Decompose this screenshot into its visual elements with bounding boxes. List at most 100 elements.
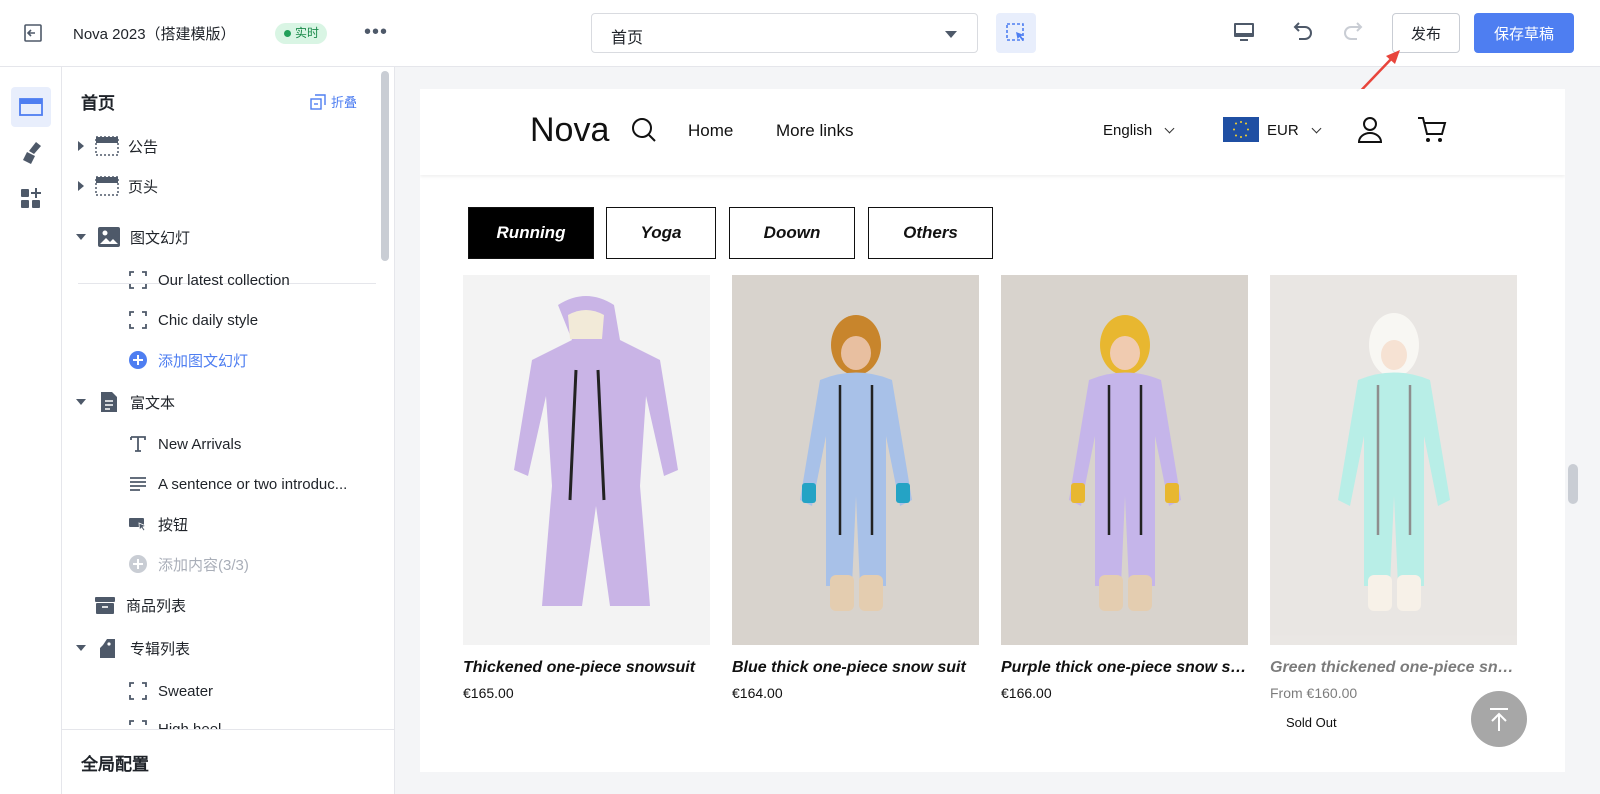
- exit-editor-icon[interactable]: [22, 22, 44, 44]
- rail-apps-button[interactable]: [11, 179, 51, 219]
- search-icon[interactable]: [630, 116, 658, 144]
- tree-item-label: 添加图文幻灯: [158, 352, 249, 370]
- tab-yoga[interactable]: Yoga: [606, 207, 716, 259]
- frame-icon: [129, 682, 147, 700]
- frame-icon: [129, 271, 147, 289]
- document-icon: [101, 392, 117, 412]
- cursor-select-icon: [1006, 23, 1024, 41]
- sold-out-label: Sold Out: [1286, 715, 1337, 730]
- tree-item-slide[interactable]: Chic daily style: [128, 306, 258, 334]
- tree-item-collection[interactable]: Sweater: [128, 677, 213, 705]
- product-name[interactable]: Blue thick one-piece snow suit: [732, 659, 979, 677]
- nav-link-home[interactable]: Home: [688, 121, 733, 141]
- text-icon: [130, 436, 146, 452]
- child-purple-snowsuit-image: [1069, 315, 1181, 611]
- add-content-button[interactable]: 添加内容(3/3): [128, 550, 249, 578]
- tab-others[interactable]: Others: [868, 207, 993, 259]
- currency-value: EUR: [1267, 122, 1299, 139]
- product-card[interactable]: Purple thick one-piece snow suit €166.00: [1001, 275, 1248, 701]
- more-options-icon[interactable]: •••: [364, 22, 388, 42]
- product-card[interactable]: Green thickened one-piece sno... From €1…: [1270, 275, 1517, 730]
- tree-item-slideshow[interactable]: 图文幻灯: [76, 223, 190, 251]
- chevron-down-icon: [1164, 123, 1175, 134]
- product-image[interactable]: [1270, 275, 1517, 645]
- redo-icon[interactable]: [1341, 18, 1369, 46]
- expand-right-icon[interactable]: [78, 181, 84, 191]
- tab-doown[interactable]: Doown: [729, 207, 855, 259]
- image-icon: [98, 227, 120, 247]
- apps-add-icon: [21, 188, 41, 208]
- plus-circle-icon: [129, 351, 147, 369]
- product-name[interactable]: Purple thick one-piece snow suit: [1001, 659, 1248, 677]
- tree-item-rich-text[interactable]: 富文本: [76, 388, 175, 416]
- tree-item-label: 图文幻灯: [130, 229, 191, 247]
- section-icon: [95, 136, 119, 156]
- add-slide-button[interactable]: 添加图文幻灯: [128, 346, 248, 374]
- tree-item-label: 页头: [128, 178, 159, 196]
- sidebar-title: 首页: [81, 94, 115, 113]
- element-picker-button[interactable]: [996, 13, 1036, 53]
- product-price: €166.00: [1001, 685, 1052, 701]
- tree-item-label: New Arrivals: [158, 435, 242, 453]
- expand-down-icon[interactable]: [76, 234, 86, 240]
- page-select[interactable]: 首页: [591, 13, 978, 53]
- snowsuit-image: [514, 296, 678, 606]
- tree-item-announcement[interactable]: 公告: [78, 132, 158, 160]
- collapse-icon: [310, 93, 326, 110]
- store-preview-canvas[interactable]: Nova Home More links English EUR Running…: [420, 89, 1565, 772]
- tree-item-button[interactable]: 按钮: [128, 510, 188, 538]
- eu-flag-icon: [1223, 117, 1259, 142]
- product-name[interactable]: Green thickened one-piece sno...: [1270, 659, 1517, 677]
- expand-right-icon[interactable]: [78, 141, 84, 151]
- arrow-up-icon: [1490, 708, 1508, 731]
- tree-item-slide[interactable]: Our latest collection: [128, 266, 290, 294]
- frame-icon: [129, 311, 147, 329]
- product-image[interactable]: [732, 275, 979, 645]
- page-select-value: 首页: [611, 30, 644, 47]
- product-name[interactable]: Thickened one-piece snowsuit: [463, 659, 710, 677]
- tree-item-label: 按钮: [158, 516, 189, 534]
- back-to-top-button[interactable]: [1471, 691, 1527, 747]
- expand-down-icon[interactable]: [76, 645, 86, 651]
- store-header: Nova Home More links English EUR: [420, 89, 1565, 175]
- canvas-scrollbar[interactable]: [1568, 464, 1578, 504]
- tree-item-header[interactable]: 页头: [78, 172, 158, 200]
- paragraph-icon: [130, 477, 146, 491]
- child-blue-snowsuit-image: [800, 315, 912, 611]
- product-image[interactable]: [463, 275, 710, 645]
- product-price: €165.00: [463, 685, 514, 701]
- account-icon[interactable]: [1355, 114, 1385, 144]
- desktop-preview-icon[interactable]: [1230, 18, 1258, 46]
- nav-link-more[interactable]: More links: [776, 121, 853, 141]
- rail-sections-button[interactable]: [11, 87, 51, 127]
- tree-item-paragraph[interactable]: A sentence or two introduc...: [128, 470, 347, 498]
- sidebar-scrollbar[interactable]: [381, 71, 389, 261]
- collapse-all-button[interactable]: 折叠: [310, 92, 357, 111]
- sections-sidebar: 首页 折叠 公告 页头 图文幻灯 Our latest collection C…: [62, 67, 395, 794]
- tree-item-collection-list[interactable]: 专辑列表: [76, 634, 190, 662]
- tree-item-label: Chic daily style: [158, 311, 259, 329]
- chevron-down-icon: [1311, 123, 1322, 134]
- archive-icon: [95, 597, 115, 614]
- child-green-snowsuit-image: [1338, 313, 1450, 611]
- tree-item-label: 添加内容(3/3): [158, 556, 249, 574]
- language-selector[interactable]: English: [1103, 122, 1175, 139]
- product-card[interactable]: Thickened one-piece snowsuit €165.00: [463, 275, 710, 701]
- tree-item-label: Our latest collection: [158, 271, 290, 289]
- tree-item-product-list[interactable]: 商品列表: [93, 591, 186, 619]
- theme-title: Nova 2023（搭建模版）: [73, 26, 236, 43]
- product-image[interactable]: [1001, 275, 1248, 645]
- currency-selector[interactable]: EUR: [1267, 122, 1322, 139]
- tree-item-heading[interactable]: New Arrivals: [128, 430, 241, 458]
- store-logo[interactable]: Nova: [530, 111, 609, 150]
- save-draft-button[interactable]: 保存草稿: [1474, 13, 1574, 53]
- global-settings-footer[interactable]: 全局配置: [62, 729, 394, 794]
- tree-item-label: 公告: [128, 138, 159, 156]
- tab-running[interactable]: Running: [468, 207, 594, 259]
- bag-icon: [100, 639, 115, 658]
- rail-theme-button[interactable]: [11, 132, 51, 172]
- cart-icon[interactable]: [1416, 114, 1448, 144]
- undo-icon[interactable]: [1287, 18, 1315, 46]
- product-card[interactable]: Blue thick one-piece snow suit €164.00: [732, 275, 979, 701]
- expand-down-icon[interactable]: [76, 399, 86, 405]
